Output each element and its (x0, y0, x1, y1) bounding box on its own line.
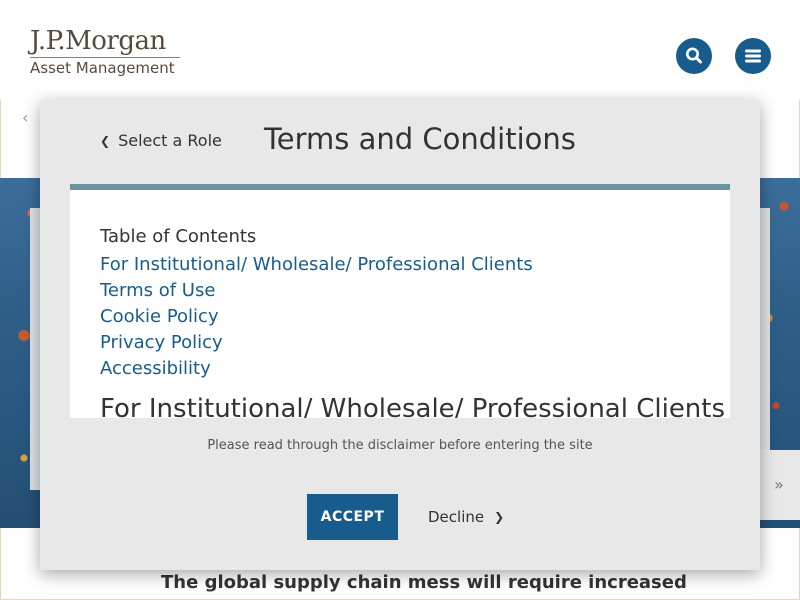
article-headline[interactable]: The global supply chain mess will requir… (161, 572, 687, 593)
toc-link-accessibility[interactable]: Accessibility (100, 356, 533, 382)
toc-heading: Table of Contents (100, 226, 257, 247)
carousel-next-button[interactable]: » (758, 450, 800, 520)
menu-button[interactable] (735, 38, 771, 74)
chevron-right-icon: ❯ (494, 510, 505, 524)
toc-link-cookie-policy[interactable]: Cookie Policy (100, 304, 533, 330)
disclaimer-text: Please read through the disclaimer befor… (207, 438, 593, 453)
modal-header: ❮ Select a Role Terms and Conditions (40, 100, 760, 184)
search-button[interactable] (676, 38, 712, 74)
toc-list: For Institutional/ Wholesale/ Profession… (100, 252, 533, 382)
terms-content-scroll[interactable]: Table of Contents For Institutional/ Who… (70, 190, 730, 418)
decline-label: Decline (428, 508, 485, 526)
hamburger-menu-icon (745, 49, 761, 63)
toc-link-terms-of-use[interactable]: Terms of Use (100, 278, 533, 304)
accept-button[interactable]: ACCEPT (307, 494, 398, 540)
logo-wordmark: J.P.Morgan (30, 26, 166, 56)
logo-subtitle: Asset Management (30, 59, 175, 77)
section-heading: For Institutional/ Wholesale/ Profession… (100, 394, 726, 418)
toc-link-privacy-policy[interactable]: Privacy Policy (100, 330, 533, 356)
select-role-label: Select a Role (118, 131, 222, 150)
terms-modal: ❮ Select a Role Terms and Conditions Tab… (40, 100, 760, 570)
search-icon (686, 47, 702, 64)
jpmorgan-logo[interactable]: J.P.Morgan Asset Management (30, 26, 182, 78)
back-chevron-icon[interactable]: ‹ (22, 108, 28, 127)
select-role-link[interactable]: ❮ Select a Role (100, 131, 222, 150)
toc-link-institutional[interactable]: For Institutional/ Wholesale/ Profession… (100, 252, 533, 278)
decline-button[interactable]: Decline ❯ (428, 494, 504, 540)
site-header: J.P.Morgan Asset Management (0, 0, 800, 100)
modal-title: Terms and Conditions (264, 122, 576, 156)
chevron-left-icon: ❮ (100, 133, 111, 148)
